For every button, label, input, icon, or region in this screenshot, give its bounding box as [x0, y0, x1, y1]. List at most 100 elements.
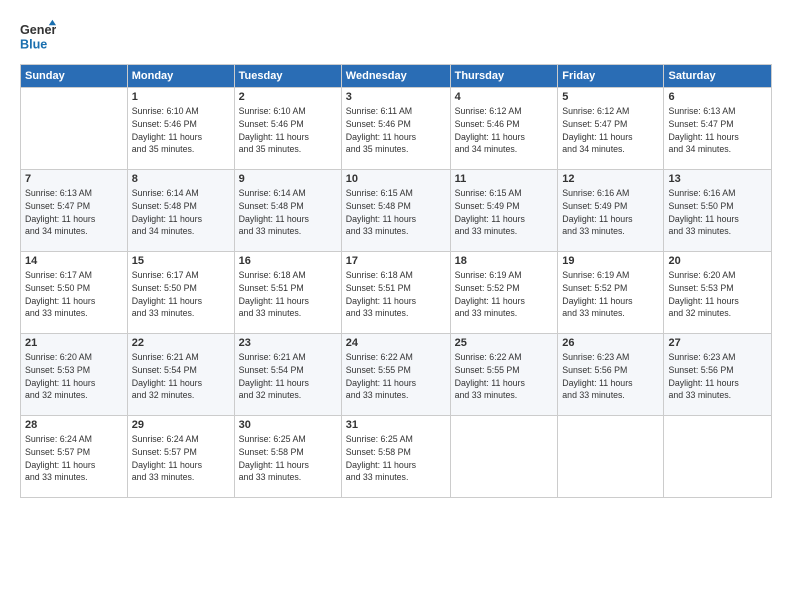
day-number: 9: [239, 173, 337, 185]
svg-text:Blue: Blue: [20, 38, 47, 52]
calendar-cell: 1 Sunrise: 6:10 AMSunset: 5:46 PMDaylight…: [127, 88, 234, 170]
calendar-cell: [450, 416, 558, 498]
calendar-cell: 11Sunrise: 6:15 AMSunset: 5:49 PMDayligh…: [450, 170, 558, 252]
day-info: Sunrise: 6:20 AMSunset: 5:53 PMDaylight:…: [668, 269, 767, 320]
calendar-cell: 14 Sunrise: 6:17 AMSunset: 5:50 PMDayligh…: [21, 252, 128, 334]
logo-icon: General Blue: [20, 18, 56, 54]
header: General Blue: [20, 18, 772, 54]
day-number: 15: [132, 255, 230, 267]
day-number: 12: [562, 173, 659, 185]
calendar-cell: [21, 88, 128, 170]
day-number: 24: [346, 337, 446, 349]
day-info: Sunrise: 6:16 AMSunset: 5:49 PMDaylight:…: [562, 187, 659, 238]
calendar-cell: 9 Sunrise: 6:14 AMSunset: 5:48 PMDaylight…: [234, 170, 341, 252]
day-info: Sunrise: 6:10 AMSunset: 5:46 PMDaylight:…: [132, 105, 230, 156]
day-number: 1: [132, 91, 230, 103]
day-info: Sunrise: 6:13 AMSunset: 5:47 PMDaylight:…: [668, 105, 767, 156]
calendar-cell: 26 Sunrise: 6:23 AMSunset: 5:56 PMDayligh…: [558, 334, 664, 416]
day-info: Sunrise: 6:18 AMSunset: 5:51 PMDaylight:…: [346, 269, 446, 320]
day-info: Sunrise: 6:25 AMSunset: 5:58 PMDaylight:…: [239, 433, 337, 484]
header-thursday: Thursday: [450, 65, 558, 88]
day-number: 10: [346, 173, 446, 185]
day-number: 23: [239, 337, 337, 349]
day-number: 30: [239, 419, 337, 431]
day-info: Sunrise: 6:14 AMSunset: 5:48 PMDaylight:…: [132, 187, 230, 238]
day-info: Sunrise: 6:24 AMSunset: 5:57 PMDaylight:…: [25, 433, 123, 484]
header-saturday: Saturday: [664, 65, 772, 88]
day-info: Sunrise: 6:22 AMSunset: 5:55 PMDaylight:…: [455, 351, 554, 402]
day-info: Sunrise: 6:22 AMSunset: 5:55 PMDaylight:…: [346, 351, 446, 402]
day-number: 25: [455, 337, 554, 349]
day-info: Sunrise: 6:15 AMSunset: 5:48 PMDaylight:…: [346, 187, 446, 238]
day-number: 17: [346, 255, 446, 267]
calendar-cell: 29Sunrise: 6:24 AMSunset: 5:57 PMDayligh…: [127, 416, 234, 498]
calendar-cell: 16 Sunrise: 6:18 AMSunset: 5:51 PMDayligh…: [234, 252, 341, 334]
calendar-header-row: SundayMondayTuesdayWednesdayThursdayFrid…: [21, 65, 772, 88]
day-info: Sunrise: 6:11 AMSunset: 5:46 PMDaylight:…: [346, 105, 446, 156]
day-info: Sunrise: 6:24 AMSunset: 5:57 PMDaylight:…: [132, 433, 230, 484]
calendar-cell: 27 Sunrise: 6:23 AMSunset: 5:56 PMDayligh…: [664, 334, 772, 416]
calendar-cell: 4 Sunrise: 6:12 AMSunset: 5:46 PMDaylight…: [450, 88, 558, 170]
calendar-cell: 12 Sunrise: 6:16 AMSunset: 5:49 PMDayligh…: [558, 170, 664, 252]
header-sunday: Sunday: [21, 65, 128, 88]
svg-text:General: General: [20, 23, 56, 37]
day-info: Sunrise: 6:17 AMSunset: 5:50 PMDaylight:…: [25, 269, 123, 320]
calendar-cell: 3 Sunrise: 6:11 AMSunset: 5:46 PMDaylight…: [341, 88, 450, 170]
day-info: Sunrise: 6:25 AMSunset: 5:58 PMDaylight:…: [346, 433, 446, 484]
day-number: 13: [668, 173, 767, 185]
calendar-cell: 17 Sunrise: 6:18 AMSunset: 5:51 PMDayligh…: [341, 252, 450, 334]
day-number: 26: [562, 337, 659, 349]
day-info: Sunrise: 6:17 AMSunset: 5:50 PMDaylight:…: [132, 269, 230, 320]
day-info: Sunrise: 6:16 AMSunset: 5:50 PMDaylight:…: [668, 187, 767, 238]
day-number: 19: [562, 255, 659, 267]
day-number: 11: [455, 173, 554, 185]
calendar-table: SundayMondayTuesdayWednesdayThursdayFrid…: [20, 64, 772, 498]
calendar-cell: 8 Sunrise: 6:14 AMSunset: 5:48 PMDaylight…: [127, 170, 234, 252]
day-number: 31: [346, 419, 446, 431]
calendar-cell: 10 Sunrise: 6:15 AMSunset: 5:48 PMDayligh…: [341, 170, 450, 252]
calendar-cell: 5 Sunrise: 6:12 AMSunset: 5:47 PMDaylight…: [558, 88, 664, 170]
calendar-cell: 19 Sunrise: 6:19 AMSunset: 5:52 PMDayligh…: [558, 252, 664, 334]
day-number: 6: [668, 91, 767, 103]
calendar-cell: 13 Sunrise: 6:16 AMSunset: 5:50 PMDayligh…: [664, 170, 772, 252]
header-wednesday: Wednesday: [341, 65, 450, 88]
header-friday: Friday: [558, 65, 664, 88]
logo: General Blue: [20, 18, 56, 54]
day-info: Sunrise: 6:18 AMSunset: 5:51 PMDaylight:…: [239, 269, 337, 320]
day-info: Sunrise: 6:19 AMSunset: 5:52 PMDaylight:…: [562, 269, 659, 320]
header-tuesday: Tuesday: [234, 65, 341, 88]
day-info: Sunrise: 6:13 AMSunset: 5:47 PMDaylight:…: [25, 187, 123, 238]
week-row-4: 28 Sunrise: 6:24 AMSunset: 5:57 PMDayligh…: [21, 416, 772, 498]
day-number: 28: [25, 419, 123, 431]
day-number: 20: [668, 255, 767, 267]
day-info: Sunrise: 6:14 AMSunset: 5:48 PMDaylight:…: [239, 187, 337, 238]
calendar-cell: 6 Sunrise: 6:13 AMSunset: 5:47 PMDaylight…: [664, 88, 772, 170]
week-row-3: 21Sunrise: 6:20 AMSunset: 5:53 PMDayligh…: [21, 334, 772, 416]
day-number: 8: [132, 173, 230, 185]
day-info: Sunrise: 6:12 AMSunset: 5:46 PMDaylight:…: [455, 105, 554, 156]
calendar-cell: 22Sunrise: 6:21 AMSunset: 5:54 PMDayligh…: [127, 334, 234, 416]
day-info: Sunrise: 6:19 AMSunset: 5:52 PMDaylight:…: [455, 269, 554, 320]
day-number: 5: [562, 91, 659, 103]
day-number: 16: [239, 255, 337, 267]
week-row-2: 14 Sunrise: 6:17 AMSunset: 5:50 PMDayligh…: [21, 252, 772, 334]
page: General Blue SundayMondayTuesdayWednesda…: [0, 0, 792, 612]
week-row-1: 7 Sunrise: 6:13 AMSunset: 5:47 PMDaylight…: [21, 170, 772, 252]
day-info: Sunrise: 6:20 AMSunset: 5:53 PMDaylight:…: [25, 351, 123, 402]
day-number: 3: [346, 91, 446, 103]
day-number: 2: [239, 91, 337, 103]
calendar-cell: 30 Sunrise: 6:25 AMSunset: 5:58 PMDayligh…: [234, 416, 341, 498]
calendar-cell: 7 Sunrise: 6:13 AMSunset: 5:47 PMDaylight…: [21, 170, 128, 252]
day-number: 22: [132, 337, 230, 349]
calendar-cell: 23Sunrise: 6:21 AMSunset: 5:54 PMDayligh…: [234, 334, 341, 416]
day-number: 4: [455, 91, 554, 103]
day-info: Sunrise: 6:12 AMSunset: 5:47 PMDaylight:…: [562, 105, 659, 156]
day-number: 7: [25, 173, 123, 185]
day-number: 27: [668, 337, 767, 349]
day-info: Sunrise: 6:23 AMSunset: 5:56 PMDaylight:…: [562, 351, 659, 402]
calendar-cell: 2Sunrise: 6:10 AMSunset: 5:46 PMDaylight…: [234, 88, 341, 170]
day-number: 14: [25, 255, 123, 267]
day-info: Sunrise: 6:23 AMSunset: 5:56 PMDaylight:…: [668, 351, 767, 402]
calendar-cell: 25 Sunrise: 6:22 AMSunset: 5:55 PMDayligh…: [450, 334, 558, 416]
calendar-cell: 18Sunrise: 6:19 AMSunset: 5:52 PMDayligh…: [450, 252, 558, 334]
